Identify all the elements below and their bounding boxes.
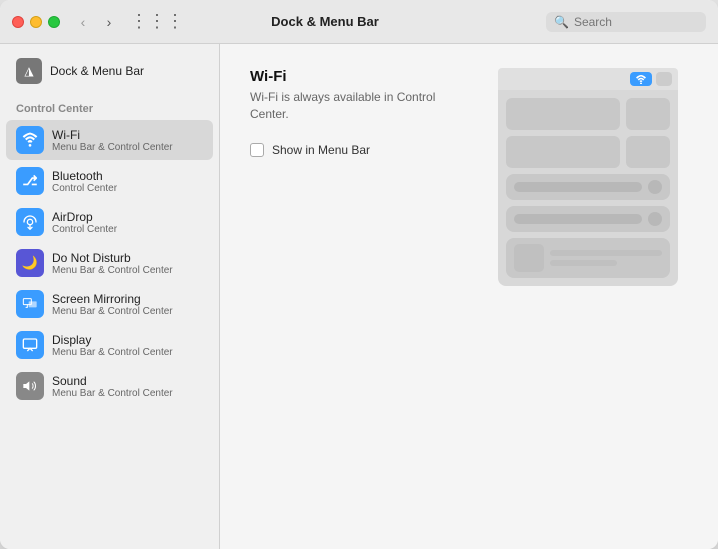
airdrop-item-text: AirDrop Control Center	[52, 210, 117, 235]
cc-card-wifi	[506, 98, 620, 130]
bluetooth-item-text: Bluetooth Control Center	[52, 169, 117, 194]
sidebar-item-airdrop[interactable]: AirDrop Control Center	[6, 202, 213, 242]
mirroring-icon	[16, 290, 44, 318]
cc-slider-row-1	[514, 180, 662, 194]
airdrop-item-subtitle: Control Center	[52, 224, 117, 235]
dnd-icon: 🌙	[16, 249, 44, 277]
detail-subtitle: Wi-Fi is always available in Control Cen…	[250, 89, 468, 123]
mirroring-item-title: Screen Mirroring	[52, 292, 173, 306]
wifi-item-text: Wi-Fi Menu Bar & Control Center	[52, 128, 173, 153]
airdrop-icon	[16, 208, 44, 236]
cc-volume-knob	[648, 212, 662, 226]
dock-item-title: Dock & Menu Bar	[50, 64, 144, 78]
section-header: Control Center	[0, 91, 219, 119]
maximize-button[interactable]	[48, 16, 60, 28]
cc-menubar-icon	[656, 72, 672, 86]
menubar-preview	[498, 68, 678, 90]
display-icon	[16, 331, 44, 359]
display-item-subtitle: Menu Bar & Control Center	[52, 347, 173, 358]
cc-album-art	[514, 244, 544, 272]
close-button[interactable]	[12, 16, 24, 28]
sidebar-item-dnd[interactable]: 🌙 Do Not Disturb Menu Bar & Control Cent…	[6, 243, 213, 283]
search-input[interactable]	[574, 15, 694, 29]
show-in-menubar-checkbox[interactable]	[250, 143, 264, 157]
mirroring-item-subtitle: Menu Bar & Control Center	[52, 306, 173, 317]
cc-volume-slider	[514, 214, 642, 224]
cc-media-content	[514, 244, 662, 272]
traffic-lights	[12, 16, 60, 28]
wifi-item-title: Wi-Fi	[52, 128, 173, 142]
dnd-item-subtitle: Menu Bar & Control Center	[52, 265, 173, 276]
minimize-button[interactable]	[30, 16, 42, 28]
sidebar-item-wifi[interactable]: Wi-Fi Menu Bar & Control Center	[6, 120, 213, 160]
cc-card-airdrop	[506, 136, 620, 168]
preview-panel	[488, 68, 688, 286]
wifi-icon	[16, 126, 44, 154]
sidebar-item-dock[interactable]: ◮ Dock & Menu Bar	[6, 52, 213, 90]
main-window: ‹ › ⋮⋮⋮ Dock & Menu Bar 🔍 ◮ Dock & Menu …	[0, 0, 718, 549]
cc-media-card	[506, 238, 670, 278]
wifi-item-subtitle: Menu Bar & Control Center	[52, 142, 173, 153]
dock-item-text: Dock & Menu Bar	[50, 64, 144, 78]
airdrop-item-title: AirDrop	[52, 210, 117, 224]
bluetooth-item-subtitle: Control Center	[52, 183, 117, 194]
sidebar-item-sound[interactable]: Sound Menu Bar & Control Center	[6, 366, 213, 406]
cc-media-text	[550, 250, 662, 266]
window-title: Dock & Menu Bar	[104, 14, 546, 29]
cc-mockup	[498, 90, 678, 286]
sound-item-text: Sound Menu Bar & Control Center	[52, 374, 173, 399]
cc-slider-panel-2	[506, 206, 670, 232]
cc-brightness-knob	[648, 180, 662, 194]
display-item-text: Display Menu Bar & Control Center	[52, 333, 173, 358]
dnd-item-title: Do Not Disturb	[52, 251, 173, 265]
bluetooth-item-title: Bluetooth	[52, 169, 117, 183]
sound-icon	[16, 372, 44, 400]
cc-row-2	[506, 136, 670, 168]
cc-slider-row-2	[514, 212, 662, 226]
wifi-menubar-icon	[630, 72, 652, 86]
sidebar-item-bluetooth[interactable]: ⎇ Bluetooth Control Center	[6, 161, 213, 201]
cc-row-1	[506, 98, 670, 130]
sidebar-item-mirroring[interactable]: Screen Mirroring Menu Bar & Control Cent…	[6, 284, 213, 324]
dock-icon: ◮	[16, 58, 42, 84]
detail-pane: Wi-Fi Wi-Fi is always available in Contr…	[220, 44, 718, 549]
detail-inner: Wi-Fi Wi-Fi is always available in Contr…	[220, 44, 718, 310]
cc-card-bt	[626, 98, 670, 130]
cc-slider-panel-1	[506, 174, 670, 200]
search-box[interactable]: 🔍	[546, 12, 706, 32]
titlebar: ‹ › ⋮⋮⋮ Dock & Menu Bar 🔍	[0, 0, 718, 44]
main-content: ◮ Dock & Menu Bar Control Center	[0, 44, 718, 549]
display-item-title: Display	[52, 333, 173, 347]
checkbox-row: Show in Menu Bar	[250, 143, 468, 157]
bluetooth-icon: ⎇	[16, 167, 44, 195]
dnd-item-text: Do Not Disturb Menu Bar & Control Center	[52, 251, 173, 276]
sound-item-title: Sound	[52, 374, 173, 388]
cc-brightness-slider	[514, 182, 642, 192]
search-icon: 🔍	[554, 15, 569, 29]
cc-card-dnd	[626, 136, 670, 168]
sound-item-subtitle: Menu Bar & Control Center	[52, 388, 173, 399]
checkbox-label: Show in Menu Bar	[272, 143, 370, 157]
mirroring-item-text: Screen Mirroring Menu Bar & Control Cent…	[52, 292, 173, 317]
detail-options: Wi-Fi Wi-Fi is always available in Contr…	[250, 68, 468, 286]
sidebar-item-display[interactable]: Display Menu Bar & Control Center	[6, 325, 213, 365]
sidebar: ◮ Dock & Menu Bar Control Center	[0, 44, 220, 549]
detail-title: Wi-Fi	[250, 68, 468, 85]
back-button[interactable]: ‹	[72, 11, 94, 33]
cc-media-line-1	[550, 250, 662, 256]
cc-media-line-2	[550, 260, 617, 266]
